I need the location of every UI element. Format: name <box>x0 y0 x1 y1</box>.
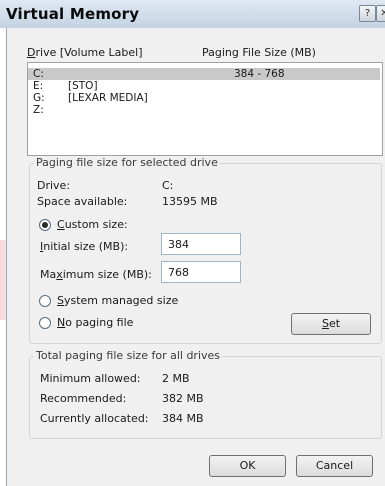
list-item-drive-e[interactable]: E: [STO] <box>28 80 380 92</box>
title-bar[interactable]: Virtual Memory ? ✕ <box>0 0 385 28</box>
no-paging-file-label[interactable]: No paging file <box>57 316 133 329</box>
currently-allocated-value: 384 MB <box>162 412 204 425</box>
drive-column-header-text: rive [Volume Label] <box>35 46 143 59</box>
system-managed-label-text: ystem managed size <box>63 294 179 307</box>
minimum-allowed-value: 2 MB <box>162 372 190 385</box>
close-button[interactable]: ✕ <box>376 5 385 22</box>
recommended-value: 382 MB <box>162 392 204 405</box>
initial-size-label: Initial size (MB): <box>40 240 129 253</box>
drive-volume-label: [STO] <box>68 80 98 92</box>
maximum-size-label: Maximum size (MB): <box>40 268 152 281</box>
set-button[interactable]: Set <box>291 313 371 335</box>
drive-column-header: Drive [Volume Label] <box>27 46 143 59</box>
cancel-button[interactable]: Cancel <box>296 455 373 477</box>
drive-letter: E: <box>33 80 44 92</box>
custom-size-label-text: ustom size: <box>64 218 128 231</box>
total-paging-group-title: Total paging file size for all drives <box>34 349 223 362</box>
space-available-label: Space available: <box>37 195 128 208</box>
system-managed-radio[interactable] <box>39 295 51 307</box>
currently-allocated-label: Currently allocated: <box>40 412 149 425</box>
list-item-drive-c[interactable]: C: 384 - 768 <box>28 68 380 80</box>
drive-letter: G: <box>33 92 45 104</box>
list-item-drive-g[interactable]: G: [LEXAR MEDIA] <box>28 92 380 104</box>
ok-button[interactable]: OK <box>209 455 286 477</box>
drive-paging-size: 384 - 768 <box>234 68 285 80</box>
help-button[interactable]: ? <box>359 5 376 22</box>
recommended-label: Recommended: <box>40 392 127 405</box>
no-paging-file-radio[interactable] <box>39 317 51 329</box>
custom-size-label[interactable]: Custom size: <box>57 218 128 231</box>
minimum-allowed-label: Minimum allowed: <box>40 372 141 385</box>
initial-size-input[interactable] <box>161 233 241 255</box>
drive-listbox[interactable]: C: 384 - 768 E: [STO] G: [LEXAR MEDIA] Z… <box>27 62 383 156</box>
drive-value: C: <box>162 179 174 192</box>
custom-size-radio[interactable] <box>39 219 51 231</box>
drive-letter: Z: <box>33 104 44 116</box>
list-item-drive-z[interactable]: Z: <box>28 104 380 116</box>
window-title: Virtual Memory <box>6 5 140 23</box>
initial-size-label-text: nitial size (MB): <box>43 240 129 253</box>
drive-letter: C: <box>33 68 44 80</box>
system-managed-label[interactable]: System managed size <box>57 294 178 307</box>
space-available-value: 13595 MB <box>162 195 218 208</box>
maximum-size-label-text: imum size (MB): <box>62 268 152 281</box>
drive-volume-label: [LEXAR MEDIA] <box>68 92 148 104</box>
maximum-size-input[interactable] <box>161 261 241 283</box>
drive-label: Drive: <box>37 179 71 192</box>
no-paging-file-label-text: o paging file <box>65 316 134 329</box>
selected-drive-group-title: Paging file size for selected drive <box>34 156 220 169</box>
paging-size-column-header: Paging File Size (MB) <box>202 46 316 59</box>
